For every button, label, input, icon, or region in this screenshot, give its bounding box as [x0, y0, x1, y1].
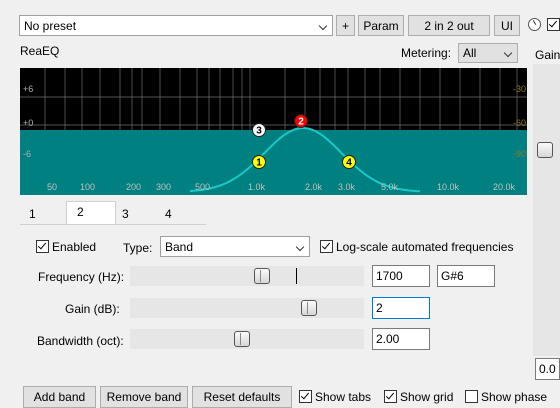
reset-defaults-button[interactable]: Reset defaults	[192, 386, 292, 408]
note-input[interactable]: G#6	[437, 265, 495, 287]
metering-value: All	[463, 46, 477, 60]
logscale-checkbox[interactable]: Log-scale automated frequencies	[320, 240, 513, 254]
metering-label: Metering:	[401, 46, 452, 60]
freq-tick-label: 1.0k	[248, 182, 266, 192]
filter-type-value: Band	[165, 240, 194, 254]
slider-thumb[interactable]	[301, 300, 317, 316]
checkbox-icon	[465, 390, 478, 403]
freq-tick-label: 20.0k	[493, 182, 516, 192]
add-preset-button[interactable]: +	[336, 15, 355, 36]
logscale-label: Log-scale automated frequencies	[336, 240, 514, 254]
checkbox-icon	[36, 240, 49, 253]
meter-tick-label: -90	[513, 149, 526, 159]
freq-tick-label: 50	[47, 182, 57, 192]
add-band-button[interactable]: Add band	[23, 386, 96, 408]
preset-value: No preset	[24, 19, 77, 33]
checkbox-icon	[299, 390, 312, 403]
enabled-label: Enabled	[52, 240, 97, 254]
type-label: Type:	[123, 241, 153, 255]
bypass-checkbox[interactable]	[547, 18, 560, 32]
band-point-label: 2	[298, 117, 304, 128]
eq-graph[interactable]: +6 +0 -6 -30 -60 -90 50 100 200 300 500 1.0k 2.0k 3.0…	[20, 68, 527, 195]
show-tabs-label: Show tabs	[315, 390, 372, 404]
gain-label: Gain (dB):	[65, 302, 120, 316]
meter-tick-label: -30	[513, 84, 526, 94]
freq-tick-label: 200	[126, 182, 141, 192]
metering-dropdown[interactable]: All	[458, 43, 518, 63]
chevron-down-icon	[295, 242, 305, 252]
db-tick-label: +0	[23, 118, 33, 128]
meter-tick-label: -60	[513, 118, 526, 128]
freq-tick-label: 100	[80, 182, 95, 192]
show-grid-label: Show grid	[400, 390, 454, 404]
show-phase-checkbox[interactable]: Show phase	[465, 390, 547, 404]
param-button[interactable]: Param	[358, 15, 404, 36]
slider-thumb[interactable]	[254, 268, 270, 284]
tab-strip-divider	[20, 224, 206, 225]
show-tabs-checkbox[interactable]: Show tabs	[299, 390, 371, 404]
slider-thumb[interactable]	[234, 331, 250, 347]
gain-slider[interactable]	[130, 298, 364, 318]
db-tick-label: +6	[23, 84, 33, 94]
preset-dropdown[interactable]: No preset	[19, 15, 333, 36]
chevron-down-icon	[318, 21, 328, 31]
band-point-label: 4	[346, 158, 352, 169]
frequency-slider[interactable]	[130, 266, 364, 286]
tab-band-1[interactable]: 1	[29, 204, 36, 224]
tab-band-4[interactable]: 4	[165, 204, 172, 224]
freq-tick-label: 3.0k	[338, 182, 356, 192]
freq-tick-label: 2.0k	[305, 182, 323, 192]
output-gain-label: Gain:	[535, 48, 560, 62]
bandwidth-label: Bandwidth (oct):	[37, 334, 124, 348]
checkbox-icon	[384, 390, 397, 403]
io-routing-button[interactable]: 2 in 2 out	[408, 15, 490, 36]
frequency-label: Frequency (Hz):	[38, 270, 125, 284]
chevron-down-icon	[503, 48, 513, 58]
checkbox-icon	[320, 240, 333, 253]
default-marker	[296, 268, 297, 284]
gain-input[interactable]: 2	[372, 297, 430, 319]
slider-thumb[interactable]	[537, 142, 553, 158]
freq-tick-label: 500	[195, 182, 210, 192]
bandwidth-slider[interactable]	[130, 329, 364, 349]
show-grid-checkbox[interactable]: Show grid	[384, 390, 453, 404]
bandwidth-input[interactable]: 2.00	[372, 328, 430, 350]
band-point-label: 3	[256, 126, 262, 137]
freq-tick-label: 10.0k	[437, 182, 460, 192]
frequency-input[interactable]: 1700	[372, 265, 430, 287]
enabled-checkbox[interactable]: Enabled	[36, 240, 96, 254]
output-gain-value[interactable]: 0.0	[535, 358, 560, 380]
band-point-label: 1	[256, 158, 262, 169]
wet-knob-icon[interactable]	[528, 18, 541, 31]
tab-band-3[interactable]: 3	[122, 204, 129, 224]
plugin-name: ReaEQ	[20, 44, 60, 58]
show-phase-label: Show phase	[481, 390, 548, 404]
db-tick-label: -6	[23, 149, 31, 159]
ui-button[interactable]: UI	[494, 15, 520, 36]
output-gain-slider[interactable]	[533, 64, 560, 356]
freq-tick-label: 5.0k	[381, 182, 399, 192]
tab-band-2[interactable]: 2	[66, 201, 116, 225]
freq-tick-label: 300	[156, 182, 171, 192]
filter-type-dropdown[interactable]: Band	[160, 236, 310, 257]
remove-band-button[interactable]: Remove band	[100, 386, 188, 408]
